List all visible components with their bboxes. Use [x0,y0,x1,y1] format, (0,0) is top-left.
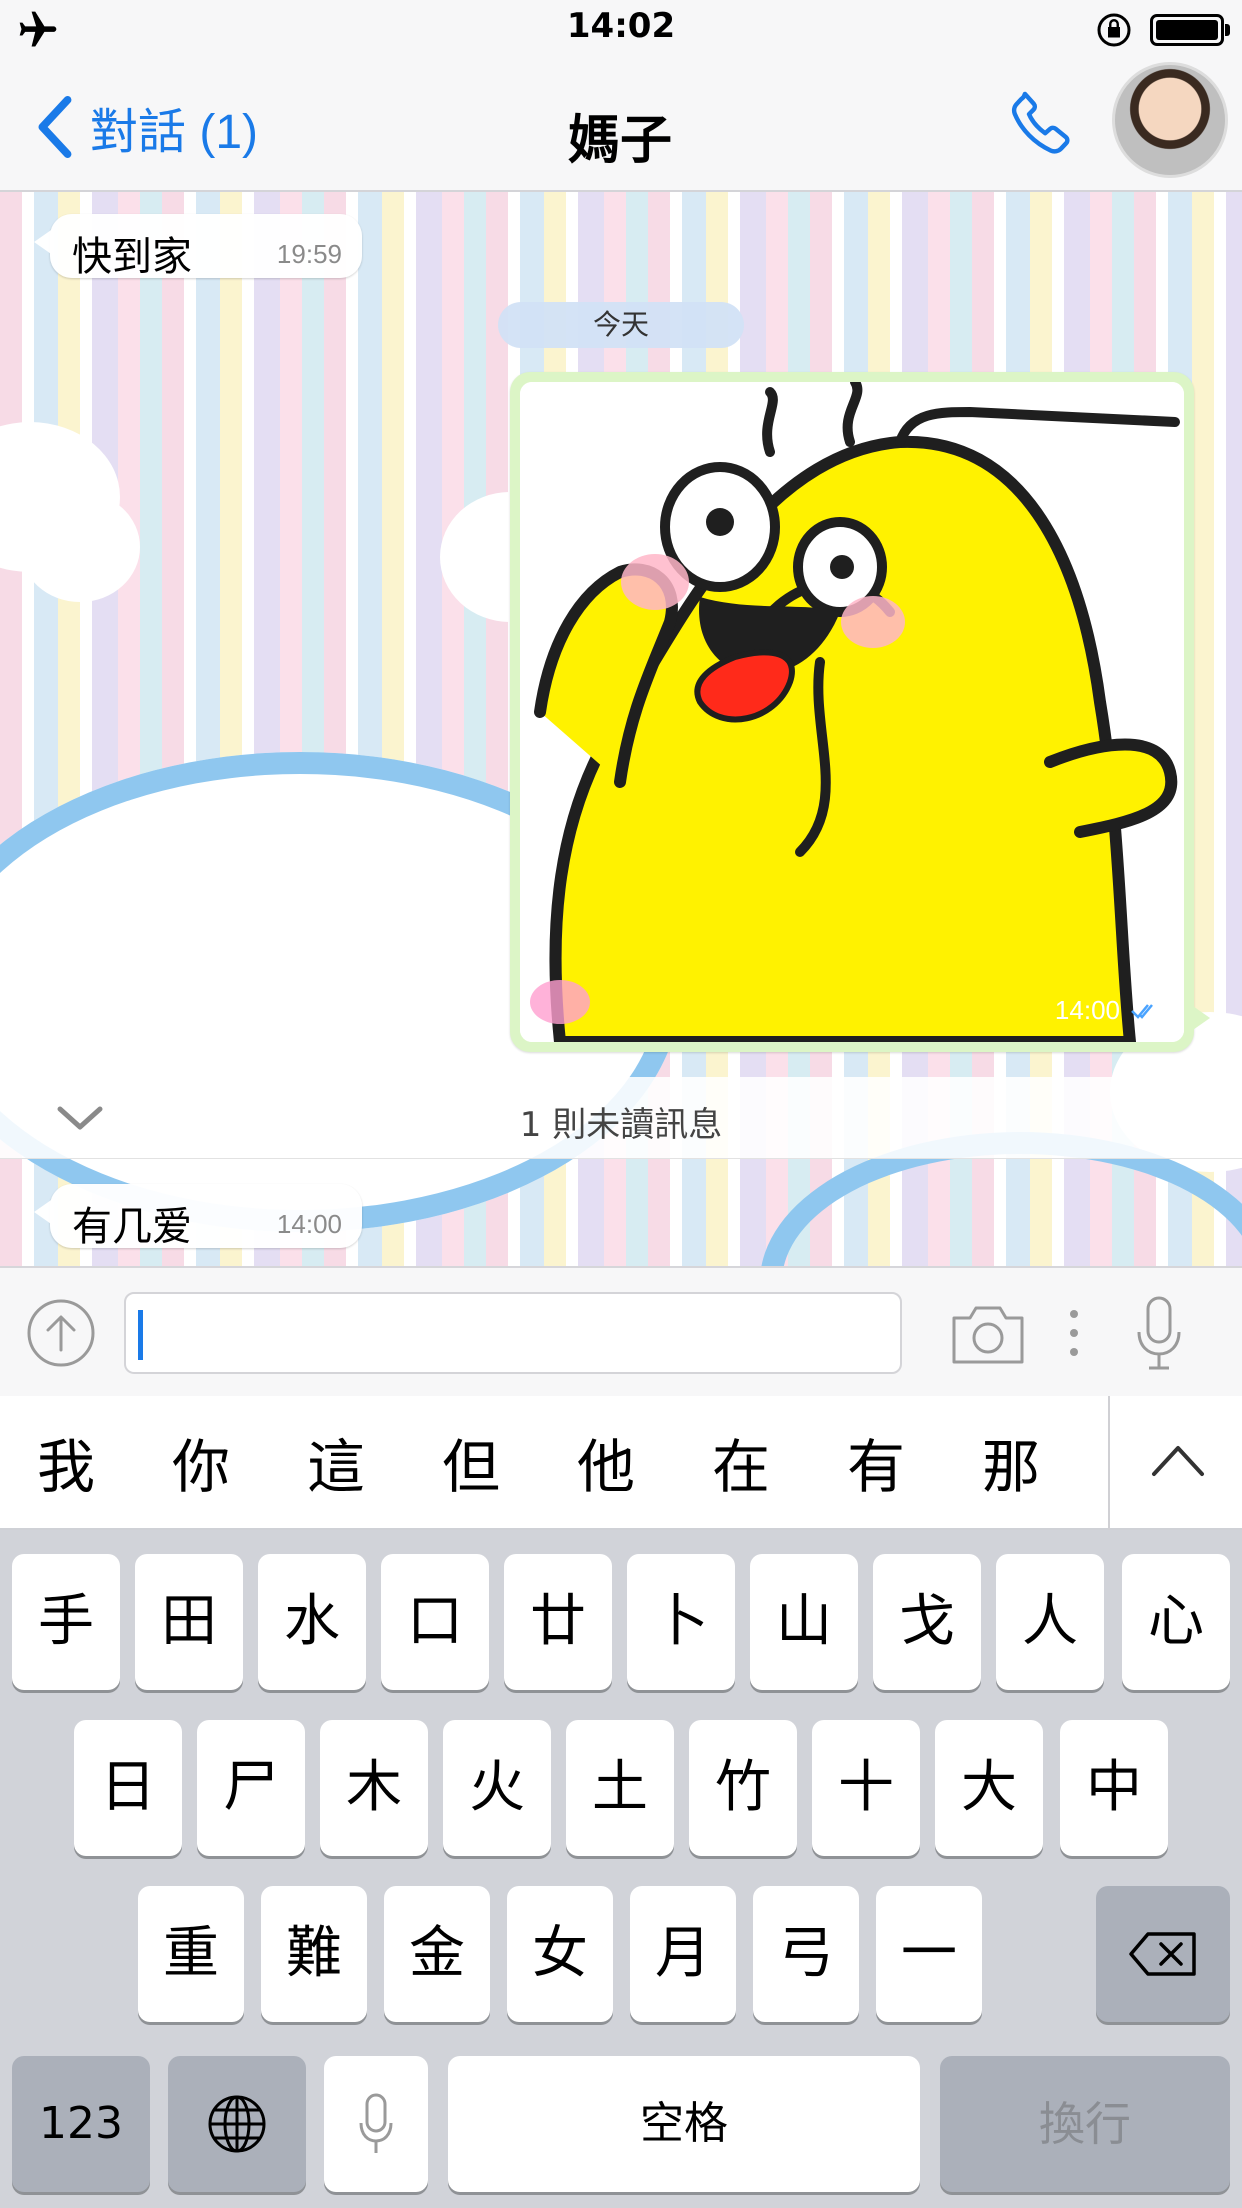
candidate-word[interactable]: 我 [6,1420,126,1504]
status-time: 14:02 [566,6,676,46]
camera-icon[interactable] [950,1300,1026,1366]
key[interactable]: 火 [443,1720,551,1856]
candidate-word[interactable]: 你 [141,1420,261,1504]
key[interactable]: 一 [876,1886,982,2022]
chevron-up-icon[interactable] [1150,1440,1206,1480]
status-bar: 14:02 [0,0,1242,62]
candidate-word[interactable]: 有 [816,1420,936,1504]
candidate-word[interactable]: 那 [951,1420,1071,1504]
message-bubble-incoming[interactable]: 有几爱 14:00 [34,1184,362,1250]
candidate-word[interactable]: 但 [411,1420,531,1504]
divider [1108,1396,1110,1530]
key[interactable]: 木 [320,1720,428,1856]
candidate-word[interactable]: 他 [546,1420,666,1504]
candidate-bar: 我 你 這 但 他 在 有 那 [0,1396,1242,1530]
key[interactable]: 金 [384,1886,490,2022]
key[interactable]: 女 [507,1886,613,2022]
keyboard: 手 田 水 口 廿 卜 山 戈 人 心 日 尸 木 火 土 竹 十 大 中 重 … [0,1530,1242,2208]
background-cloud [20,492,140,602]
yellow-chick-sticker [520,382,1184,1042]
back-label: 對話 (1) [90,106,259,159]
key[interactable]: 口 [381,1554,489,1690]
key[interactable]: 水 [258,1554,366,1690]
key[interactable]: 廿 [504,1554,612,1690]
chat-title: 媽子 [567,111,672,171]
avatar[interactable] [1112,62,1228,178]
message-time: 19:59 [276,239,342,269]
message-bubble-incoming[interactable]: 快到家 19:59 [34,214,362,280]
message-time: 14:00 [276,1209,342,1239]
globe-key[interactable] [168,2056,306,2192]
message-time: 14:00 [1054,995,1120,1025]
key[interactable]: 難 [261,1886,367,2022]
chat-area[interactable]: 快到家 19:59 今天 14:00 1 則未讀訊息 有几爱 14:00 [0,192,1242,1266]
nav-bar: 對話 (1) 媽子 [0,62,1242,192]
key[interactable]: 大 [935,1720,1043,1856]
date-divider: 今天 [498,302,744,348]
key[interactable]: 弓 [753,1886,859,2022]
backspace-key[interactable] [1096,1886,1230,2022]
key[interactable]: 中 [1060,1720,1168,1856]
key[interactable]: 心 [1122,1554,1230,1690]
key[interactable]: 人 [996,1554,1104,1690]
microphone-icon [359,2093,393,2153]
key[interactable]: 月 [630,1886,736,2022]
message-input-bar [0,1266,1242,1396]
key[interactable]: 竹 [689,1720,797,1856]
key[interactable]: 日 [74,1720,182,1856]
text-caret [138,1310,143,1360]
key[interactable]: 卜 [627,1554,735,1690]
message-text: 有几爱 [72,1204,192,1250]
key[interactable]: 尸 [197,1720,305,1856]
message-text: 快到家 [72,234,192,280]
key[interactable]: 山 [750,1554,858,1690]
phone-icon[interactable] [1004,86,1080,162]
backspace-icon [1129,1932,1196,1976]
space-key[interactable]: 空格 [448,2056,920,2192]
globe-icon [208,2095,266,2153]
microphone-icon[interactable] [1134,1296,1184,1372]
dictation-key[interactable] [324,2056,428,2192]
key[interactable]: 手 [12,1554,120,1690]
back-button[interactable]: 對話 (1) [34,94,258,160]
unread-text: 1 則未讀訊息 [519,1105,723,1145]
sticker-meta: 14:00 [1055,995,1160,1026]
rotation-lock-icon [1097,13,1131,47]
chevron-left-icon [38,96,72,158]
sticker-image[interactable]: 14:00 [520,382,1184,1042]
key[interactable]: 土 [566,1720,674,1856]
numbers-key[interactable]: 123 [12,2056,150,2192]
battery-icon [1150,14,1230,46]
key[interactable]: 戈 [873,1554,981,1690]
key[interactable]: 田 [135,1554,243,1690]
return-key[interactable]: 換行 [940,2056,1230,2192]
candidate-word[interactable]: 這 [276,1420,396,1504]
message-input[interactable] [124,1292,902,1374]
more-options-icon[interactable] [1062,1304,1086,1362]
candidate-word[interactable]: 在 [681,1420,801,1504]
key[interactable]: 十 [812,1720,920,1856]
sticker-message-outgoing[interactable]: 14:00 [510,372,1210,1052]
unread-banner: 1 則未讀訊息 [0,1077,1242,1159]
upload-arrow-icon[interactable] [26,1298,96,1368]
read-checkmarks-icon [1131,1003,1153,1019]
key[interactable]: 重 [138,1886,244,2022]
